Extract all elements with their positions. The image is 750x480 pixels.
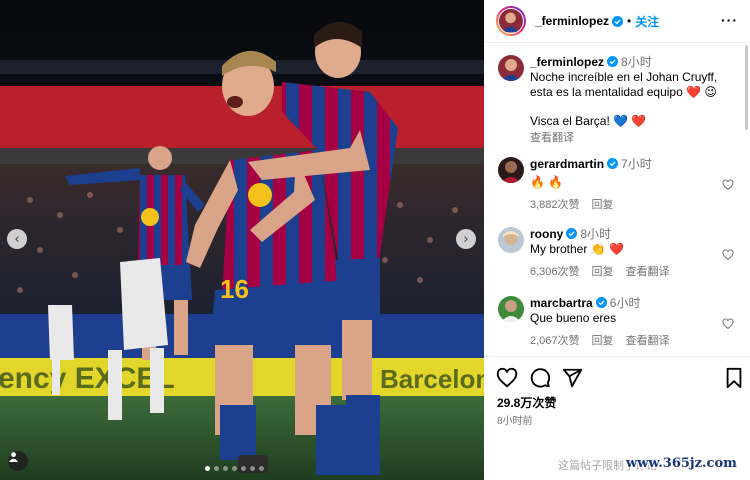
carousel-dot bbox=[214, 466, 219, 471]
reply-button[interactable]: 回复 bbox=[592, 263, 614, 279]
verified-icon bbox=[595, 297, 607, 308]
post-timestamp[interactable]: 8小时前 bbox=[497, 412, 533, 427]
commenter-avatar[interactable] bbox=[498, 227, 524, 253]
commenter-avatar[interactable] bbox=[498, 157, 524, 183]
verified-icon bbox=[612, 15, 624, 27]
carousel-dot bbox=[223, 466, 228, 471]
caption-line: esta es la mentalidad equipo ❤️ 😉 bbox=[530, 85, 717, 99]
stadium-scene: ency EXCEL Barcelon 16 bbox=[0, 0, 484, 480]
post-photo[interactable]: ency EXCEL Barcelon 16 ‹ › bbox=[0, 0, 484, 480]
chevron-left-icon: ‹ bbox=[14, 231, 20, 247]
reply-button[interactable]: 回复 bbox=[592, 196, 614, 212]
show-tags-button[interactable] bbox=[8, 451, 28, 471]
comment-likes[interactable]: 2,067次赞 bbox=[530, 332, 580, 348]
comment-text: My brother 👏 ❤️ bbox=[530, 242, 624, 256]
comment-text: Que bueno eres bbox=[530, 311, 617, 325]
heart-icon[interactable] bbox=[496, 367, 518, 389]
comment-time[interactable]: 8小时 bbox=[621, 55, 652, 69]
like-comment-icon[interactable] bbox=[722, 318, 734, 330]
like-comment-icon[interactable] bbox=[722, 179, 734, 191]
comment-username[interactable]: gerardmartin bbox=[530, 157, 604, 171]
comments-scrollbar[interactable] bbox=[745, 45, 748, 130]
banner-text-left: ency EXCEL bbox=[0, 362, 175, 395]
carousel-dot bbox=[259, 466, 264, 471]
comment-time[interactable]: 6小时 bbox=[610, 296, 641, 310]
caption-avatar[interactable] bbox=[498, 55, 524, 81]
caption-line: Visca el Barça! 💙 ❤️ bbox=[530, 114, 647, 128]
watermark: www.365jz.com bbox=[626, 456, 737, 471]
reply-button[interactable]: 回复 bbox=[592, 332, 614, 348]
likes-count[interactable]: 29.8万次赞 bbox=[497, 394, 556, 411]
comment-username[interactable]: roony bbox=[530, 227, 563, 241]
author-username[interactable]: _ferminlopez bbox=[535, 14, 609, 28]
comment-text: 🔥 🔥 bbox=[530, 175, 564, 189]
verified-icon bbox=[607, 56, 619, 67]
comment-username[interactable]: marcbartra bbox=[530, 296, 593, 310]
comment-likes[interactable]: 3,882次赞 bbox=[530, 196, 580, 212]
post-side-panel: _ferminlopez • 关注 ··· _ferminlopez 8小时 No… bbox=[484, 0, 750, 480]
carousel-indicator bbox=[205, 466, 264, 471]
see-translation-link[interactable]: 查看翻译 bbox=[530, 129, 574, 145]
more-options-icon[interactable]: ··· bbox=[721, 12, 738, 28]
jersey-number: 16 bbox=[220, 274, 249, 304]
bookmark-icon[interactable] bbox=[723, 367, 745, 389]
see-translation-link[interactable]: 查看翻译 bbox=[626, 332, 670, 348]
verified-icon bbox=[566, 228, 578, 239]
comments-list[interactable]: _ferminlopez 8小时 Noche increíble en el Jo… bbox=[484, 43, 750, 356]
like-comment-icon[interactable] bbox=[722, 249, 734, 261]
carousel-dot bbox=[205, 466, 210, 471]
comment-likes[interactable]: 6,306次赞 bbox=[530, 263, 580, 279]
banner-text-right: Barcelon bbox=[380, 364, 484, 394]
verified-icon bbox=[607, 158, 619, 169]
commenter-avatar[interactable] bbox=[498, 296, 524, 322]
caption-line bbox=[530, 100, 730, 114]
caption-line: Noche increíble en el Johan Cruyff, bbox=[530, 70, 718, 84]
comment-icon[interactable] bbox=[529, 367, 551, 389]
post-header: _ferminlopez • 关注 ··· bbox=[484, 0, 750, 43]
carousel-dot bbox=[250, 466, 255, 471]
next-photo-button[interactable]: › bbox=[456, 229, 476, 249]
person-tag-icon bbox=[8, 452, 19, 462]
header-separator: • bbox=[627, 14, 632, 28]
share-icon[interactable] bbox=[561, 367, 583, 389]
comment-username[interactable]: _ferminlopez bbox=[530, 55, 604, 69]
follow-button[interactable]: 关注 bbox=[635, 13, 659, 30]
author-avatar[interactable] bbox=[496, 6, 526, 36]
comment-time[interactable]: 8小时 bbox=[580, 227, 611, 241]
comment-time[interactable]: 7小时 bbox=[621, 157, 652, 171]
carousel-dot bbox=[232, 466, 237, 471]
previous-photo-button[interactable]: ‹ bbox=[7, 229, 27, 249]
carousel-dot bbox=[241, 466, 246, 471]
chevron-right-icon: › bbox=[463, 231, 469, 247]
see-translation-link[interactable]: 查看翻译 bbox=[626, 263, 670, 279]
